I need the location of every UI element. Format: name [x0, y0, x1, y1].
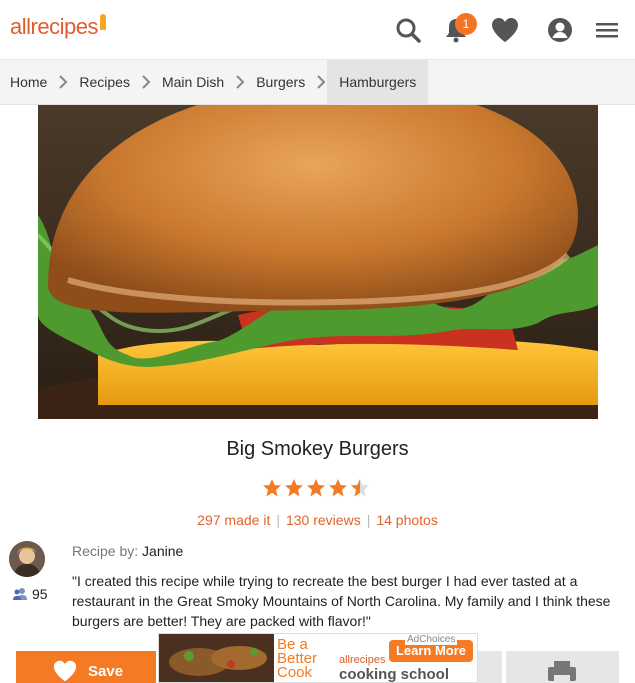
stat-divider: |	[366, 512, 371, 528]
recipe-by-label: Recipe by:	[72, 543, 139, 559]
photos-link[interactable]: 14 photos	[376, 512, 438, 528]
star-full-icon	[285, 479, 303, 497]
advertisement[interactable]: Be a Better Cook allrecipes cooking scho…	[158, 633, 478, 683]
followers-icon	[13, 588, 27, 600]
made-it-link[interactable]: 297 made it	[197, 512, 270, 528]
breadcrumb-home[interactable]: Home	[0, 60, 57, 105]
heart-icon[interactable]	[490, 16, 520, 44]
stat-divider: |	[276, 512, 280, 528]
star-half-icon	[351, 479, 369, 497]
adchoices-label[interactable]: AdChoices	[405, 634, 458, 645]
action-button[interactable]	[478, 651, 502, 683]
logo-text: allrecipes	[10, 14, 98, 39]
followers-count: 95	[12, 586, 48, 602]
author-avatar[interactable]	[9, 541, 45, 577]
ad-food-image	[159, 634, 274, 682]
chevron-right-icon	[234, 60, 246, 105]
search-icon[interactable]	[394, 16, 422, 44]
breadcrumb-recipes[interactable]: Recipes	[69, 60, 140, 105]
allrecipes-logo[interactable]: allrecipes	[10, 14, 106, 40]
save-label: Save	[88, 662, 124, 680]
breadcrumb-main-dish[interactable]: Main Dish	[152, 60, 234, 105]
star-full-icon	[307, 479, 325, 497]
followers-number: 95	[32, 586, 48, 602]
ad-headline: Be a Better Cook	[277, 636, 318, 681]
save-button[interactable]: Save	[16, 651, 156, 683]
user-profile-icon[interactable]	[546, 16, 574, 44]
logo-spoon-icon	[99, 14, 106, 30]
reviews-link[interactable]: 130 reviews	[286, 512, 361, 528]
breadcrumb-burgers[interactable]: Burgers	[246, 60, 315, 105]
chevron-right-icon	[57, 60, 69, 105]
recipe-photo[interactable]	[38, 105, 598, 419]
recipe-by: Recipe by: Janine	[72, 543, 183, 559]
breadcrumb: Home Recipes Main Dish Burgers Hamburger…	[0, 59, 635, 105]
heart-icon	[53, 660, 77, 682]
breadcrumb-hamburgers[interactable]: Hamburgers	[327, 59, 429, 105]
notification-badge: 1	[455, 13, 477, 35]
rating-stars[interactable]	[262, 478, 370, 498]
recipe-description: "I created this recipe while trying to r…	[72, 573, 611, 629]
printer-icon	[548, 661, 576, 683]
chevron-right-icon	[140, 60, 152, 105]
chevron-right-icon	[315, 60, 327, 105]
star-full-icon	[263, 479, 281, 497]
author-name[interactable]: Janine	[142, 543, 183, 559]
hamburger-menu-icon[interactable]	[595, 16, 619, 44]
ad-cooking-school: cooking school	[339, 666, 450, 683]
star-full-icon	[329, 479, 347, 497]
print-button[interactable]	[506, 651, 619, 683]
recipe-stats: 297 made it | 130 reviews | 14 photos	[0, 512, 635, 528]
top-header: allrecipes 1	[0, 0, 635, 60]
ad-brand: allrecipes	[339, 654, 386, 666]
recipe-title: Big Smokey Burgers	[226, 438, 409, 460]
